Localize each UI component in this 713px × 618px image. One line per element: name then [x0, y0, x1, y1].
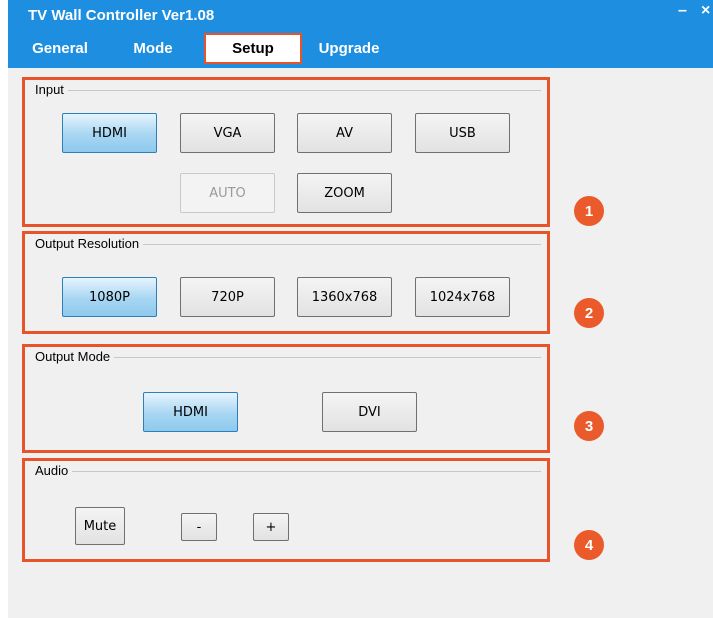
input-usb-button[interactable]: USB	[415, 113, 510, 153]
volume-up-button[interactable]: +	[253, 513, 289, 541]
audio-group: Audio Mute - +	[22, 458, 550, 562]
output-mode-hdmi-button[interactable]: HDMI	[143, 392, 238, 432]
output-mode-group: Output Mode HDMI DVI	[22, 344, 550, 453]
callout-marker-3: 3	[574, 411, 604, 441]
tab-setup[interactable]: Setup	[204, 33, 302, 64]
mute-button[interactable]: Mute	[75, 507, 125, 545]
output-mode-group-label: Output Mode	[35, 349, 115, 364]
volume-down-button[interactable]: -	[181, 513, 217, 541]
input-auto-button: AUTO	[180, 173, 275, 213]
input-zoom-button[interactable]: ZOOM	[297, 173, 392, 213]
app-window: TV Wall Controller Ver1.08 – × General M…	[8, 0, 713, 618]
resolution-720p-button[interactable]: 720P	[180, 277, 275, 317]
input-group-label: Input	[35, 82, 68, 97]
input-hdmi-button[interactable]: HDMI	[62, 113, 157, 153]
resolution-1080p-button[interactable]: 1080P	[62, 277, 157, 317]
output-mode-dvi-button[interactable]: DVI	[322, 392, 417, 432]
audio-group-label: Audio	[35, 463, 73, 478]
input-group: Input HDMI VGA AV USB AUTO ZOOM	[22, 77, 550, 227]
audio-group-divider	[35, 471, 541, 472]
output-resolution-group-label: Output Resolution	[35, 236, 144, 251]
input-group-divider	[35, 90, 541, 91]
resolution-1360x768-button[interactable]: 1360x768	[297, 277, 392, 317]
app-title: TV Wall Controller Ver1.08	[28, 7, 215, 24]
callout-marker-4: 4	[574, 530, 604, 560]
input-av-button[interactable]: AV	[297, 113, 392, 153]
callout-marker-2: 2	[574, 298, 604, 328]
title-bar: TV Wall Controller Ver1.08 – × General M…	[8, 0, 713, 68]
callout-marker-1: 1	[574, 196, 604, 226]
output-resolution-group: Output Resolution 1080P 720P 1360x768 10…	[22, 231, 550, 334]
input-vga-button[interactable]: VGA	[180, 113, 275, 153]
close-icon[interactable]: ×	[701, 2, 710, 20]
tab-upgrade[interactable]: Upgrade	[314, 40, 384, 57]
resolution-1024x768-button[interactable]: 1024x768	[415, 277, 510, 317]
tab-general[interactable]: General	[28, 40, 92, 57]
tab-mode[interactable]: Mode	[126, 40, 180, 57]
minimize-icon[interactable]: –	[678, 2, 687, 20]
